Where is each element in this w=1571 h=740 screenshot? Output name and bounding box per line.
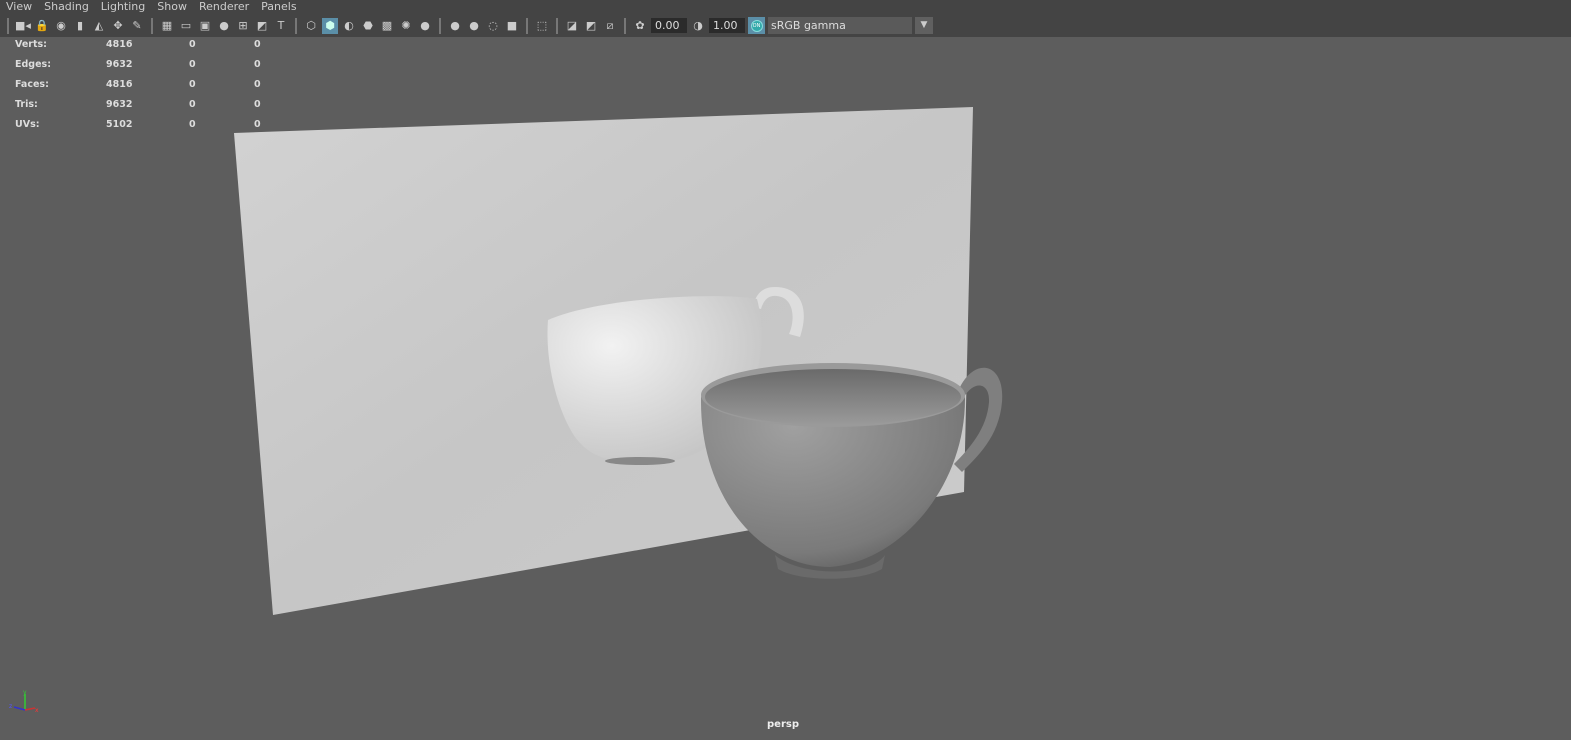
ambient-occlusion-icon[interactable]: ● xyxy=(447,18,463,34)
wireframe-icon[interactable]: ⬡ xyxy=(303,18,319,34)
gamma-icon[interactable]: ◑ xyxy=(690,18,706,34)
film-gate-icon[interactable]: ▭ xyxy=(178,18,194,34)
camera-icon[interactable]: ■◂ xyxy=(15,18,31,34)
motion-blur-icon[interactable]: ● xyxy=(466,18,482,34)
toolbar-separator xyxy=(439,17,441,34)
gate-mask-icon[interactable]: ● xyxy=(216,18,232,34)
xray-active-icon[interactable]: ◩ xyxy=(583,18,599,34)
toolbar-separator xyxy=(624,17,626,34)
axis-z-label: z xyxy=(9,703,12,710)
default-material-icon[interactable]: ◐ xyxy=(341,18,357,34)
color-management-label: ON xyxy=(750,19,763,32)
toolbar-separator xyxy=(151,17,153,34)
resolution-gate-icon[interactable]: ▣ xyxy=(197,18,213,34)
axis-gizmo: y z x xyxy=(9,689,39,714)
chevron-down-icon[interactable]: ▼ xyxy=(915,17,933,34)
exposure-field[interactable]: 0.00 xyxy=(651,18,687,33)
menu-panels[interactable]: Panels xyxy=(255,0,302,14)
depth-of-field-icon[interactable]: ■ xyxy=(504,18,520,34)
image-plane-icon[interactable]: ◭ xyxy=(91,18,107,34)
axis-x-label: x xyxy=(35,707,39,714)
axis-y-label: y xyxy=(23,689,27,696)
menu-show[interactable]: Show xyxy=(151,0,193,14)
xray-joints-icon[interactable]: ⧄ xyxy=(602,18,618,34)
gamma-field[interactable]: 1.00 xyxy=(709,18,745,33)
menu-view[interactable]: View xyxy=(0,0,38,14)
view-transform-select[interactable]: sRGB gamma xyxy=(768,17,912,34)
xray-icon[interactable]: ◪ xyxy=(564,18,580,34)
smooth-shade-icon[interactable]: ⬢ xyxy=(322,17,338,34)
toolbar-separator xyxy=(526,17,528,34)
toolbar-separator xyxy=(7,17,9,34)
field-chart-icon[interactable]: ⊞ xyxy=(235,18,251,34)
camera-attributes-icon[interactable]: ◉ xyxy=(53,18,69,34)
grease-pencil-icon[interactable]: ✎ xyxy=(129,18,145,34)
menu-bar: View Shading Lighting Show Renderer Panels xyxy=(0,0,1571,14)
color-management-toggle[interactable]: ON xyxy=(748,17,765,34)
grid-icon[interactable]: ▦ xyxy=(159,18,175,34)
isolate-select-icon[interactable]: ⬚ xyxy=(534,18,550,34)
toolbar-separator xyxy=(295,17,297,34)
wireframe-on-shaded-icon[interactable]: ⬣ xyxy=(360,18,376,34)
viewport-toolbar: ■◂ 🔒 ◉ ▮ ◭ ✥ ✎ ▦ ▭ ▣ ● ⊞ ◩ T ⬡ ⬢ ◐ ⬣ ▩ ✺ ● ● ● ◌ ■ ⬚ ◪ ◩ ⧄ ✿ 0.00 ◑ 1.00… xyxy=(0,14,1571,37)
menu-shading[interactable]: Shading xyxy=(38,0,95,14)
toolbar-separator xyxy=(556,17,558,34)
safe-title-icon[interactable]: T xyxy=(273,18,289,34)
safe-action-icon[interactable]: ◩ xyxy=(254,18,270,34)
textured-icon[interactable]: ▩ xyxy=(379,18,395,34)
2d-pan-zoom-icon[interactable]: ✥ xyxy=(110,18,126,34)
shadows-icon[interactable]: ● xyxy=(417,18,433,34)
exposure-icon[interactable]: ✿ xyxy=(632,18,648,34)
anti-aliasing-icon[interactable]: ◌ xyxy=(485,18,501,34)
use-lights-icon[interactable]: ✺ xyxy=(398,18,414,34)
bookmark-icon[interactable]: ▮ xyxy=(72,18,88,34)
menu-renderer[interactable]: Renderer xyxy=(193,0,255,14)
viewport-scene[interactable] xyxy=(0,37,1571,740)
menu-lighting[interactable]: Lighting xyxy=(95,0,151,14)
lock-camera-icon[interactable]: 🔒 xyxy=(34,18,50,34)
camera-name-label: persp xyxy=(767,719,799,730)
